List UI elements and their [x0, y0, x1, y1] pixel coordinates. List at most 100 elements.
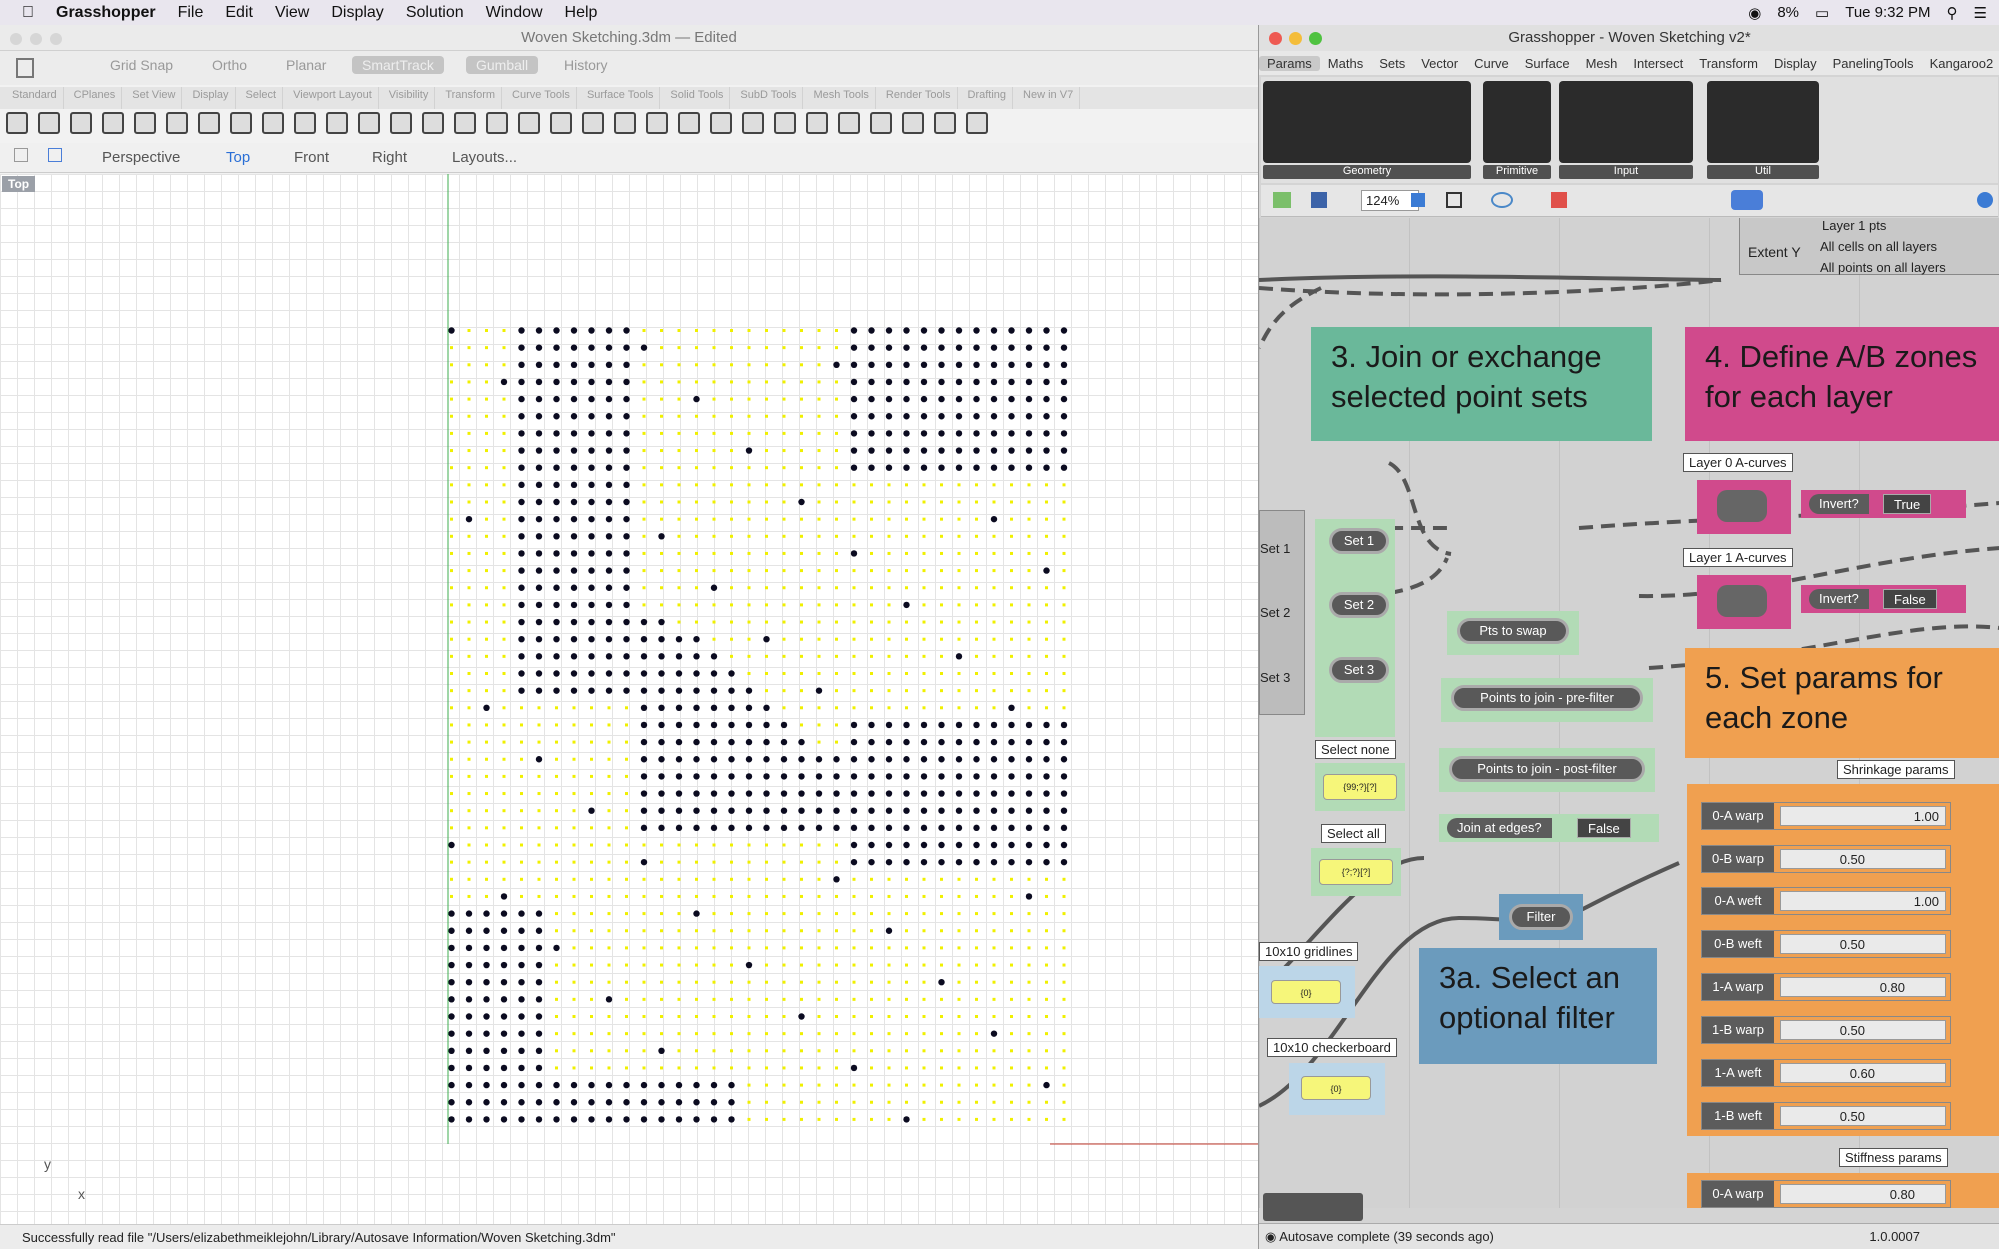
selected-point[interactable]: [518, 979, 525, 986]
selected-point[interactable]: [850, 344, 858, 351]
selected-point[interactable]: [903, 1116, 910, 1123]
selected-point[interactable]: [850, 378, 858, 386]
selected-point[interactable]: [605, 464, 613, 471]
selected-point[interactable]: [658, 618, 665, 626]
tab-standard[interactable]: Standard: [6, 87, 64, 109]
selected-point[interactable]: [553, 447, 560, 454]
selected-point[interactable]: [640, 344, 648, 351]
selected-point[interactable]: [623, 687, 630, 694]
selected-point[interactable]: [623, 395, 630, 403]
selected-point[interactable]: [903, 756, 910, 763]
selected-point[interactable]: [868, 756, 875, 763]
selected-point[interactable]: [675, 756, 683, 763]
selected-point[interactable]: [623, 327, 630, 334]
menu-edit[interactable]: Edit: [225, 4, 253, 22]
selected-point[interactable]: [658, 1047, 665, 1054]
selected-point[interactable]: [588, 636, 595, 643]
selected-point[interactable]: [990, 756, 998, 763]
selected-point[interactable]: [920, 361, 928, 368]
slider-0-a-weft[interactable]: 0-A weft 1.00: [1701, 887, 1951, 915]
selected-point[interactable]: [640, 721, 648, 729]
selected-point[interactable]: [885, 927, 893, 934]
selected-point[interactable]: [693, 704, 700, 711]
selected-point[interactable]: [1008, 395, 1015, 403]
selected-point[interactable]: [553, 687, 560, 694]
selected-point[interactable]: [465, 1081, 473, 1089]
selected-point[interactable]: [518, 961, 525, 969]
selected-point[interactable]: [728, 790, 735, 797]
selected-point[interactable]: [920, 721, 928, 729]
selected-point[interactable]: [518, 378, 525, 386]
selected-point[interactable]: [623, 636, 630, 643]
selected-point[interactable]: [885, 395, 893, 403]
selected-point[interactable]: [605, 327, 613, 334]
selected-point[interactable]: [623, 361, 630, 368]
selected-point[interactable]: [1043, 344, 1050, 351]
selected-point[interactable]: [745, 447, 753, 454]
selected-point[interactable]: [938, 413, 945, 420]
gh-tab-sets[interactable]: Sets: [1371, 56, 1413, 71]
selected-point[interactable]: [938, 824, 945, 832]
zoom-dropdown-icon[interactable]: [1411, 193, 1425, 207]
selected-point[interactable]: [833, 756, 840, 763]
selected-point[interactable]: [553, 430, 560, 437]
apple-icon[interactable]: : [22, 4, 34, 22]
selected-point[interactable]: [500, 927, 508, 934]
selected-point[interactable]: [1008, 327, 1015, 334]
selected-point[interactable]: [518, 550, 525, 557]
selected-point[interactable]: [483, 1099, 490, 1106]
selected-point[interactable]: [605, 584, 613, 591]
selected-point[interactable]: [570, 687, 578, 694]
selected-point[interactable]: [693, 790, 700, 797]
selected-point[interactable]: [710, 1116, 718, 1123]
selected-point[interactable]: [588, 361, 595, 368]
rotate-view-icon[interactable]: [326, 112, 348, 134]
tab-subd-tools[interactable]: SubD Tools: [734, 87, 804, 109]
selected-point[interactable]: [990, 721, 998, 729]
display-mode-icon[interactable]: [1731, 190, 1763, 210]
selected-point[interactable]: [955, 807, 963, 814]
selected-point[interactable]: [728, 704, 735, 711]
selected-point[interactable]: [535, 584, 543, 591]
selected-point[interactable]: [500, 893, 508, 900]
menu-help[interactable]: Help: [565, 4, 598, 22]
selected-point[interactable]: [605, 550, 613, 557]
mode-ortho[interactable]: Ortho: [212, 57, 247, 73]
selected-point[interactable]: [448, 961, 455, 969]
selected-point[interactable]: [1060, 858, 1068, 866]
selected-point[interactable]: [623, 618, 630, 626]
selected-point[interactable]: [990, 447, 998, 454]
undo-icon[interactable]: [262, 112, 284, 134]
primitive-group-icons[interactable]: [1483, 81, 1551, 163]
selected-point[interactable]: [448, 927, 455, 934]
selected-point[interactable]: [570, 1081, 578, 1089]
selected-point[interactable]: [955, 464, 963, 471]
selected-point[interactable]: [1025, 361, 1033, 368]
selected-point[interactable]: [675, 687, 683, 694]
selected-point[interactable]: [1060, 447, 1068, 454]
selected-point[interactable]: [868, 430, 875, 437]
selected-point[interactable]: [535, 1047, 543, 1054]
selected-point[interactable]: [570, 601, 578, 609]
selected-point[interactable]: [553, 395, 560, 403]
group-5-params[interactable]: 5. Set params for each zone: [1685, 648, 1999, 758]
selected-point[interactable]: [535, 1030, 543, 1037]
selected-point[interactable]: [465, 927, 473, 934]
selected-point[interactable]: [675, 824, 683, 832]
selected-point[interactable]: [955, 395, 963, 403]
selected-point[interactable]: [623, 515, 630, 523]
selected-point[interactable]: [693, 395, 700, 403]
selected-point[interactable]: [833, 876, 840, 883]
filter-param[interactable]: Filter: [1509, 904, 1573, 930]
selected-point[interactable]: [1008, 361, 1015, 368]
selected-point[interactable]: [955, 773, 963, 780]
slider-0-b-warp[interactable]: 0-B warp 0.50: [1701, 845, 1951, 873]
selected-point[interactable]: [868, 327, 875, 334]
selected-point[interactable]: [588, 550, 595, 557]
tab-new-in-v7[interactable]: New in V7: [1017, 87, 1081, 109]
selected-point[interactable]: [973, 361, 980, 368]
selected-point[interactable]: [1043, 447, 1050, 454]
selected-point[interactable]: [885, 721, 893, 729]
selected-point[interactable]: [605, 1081, 613, 1089]
selected-point[interactable]: [1043, 824, 1050, 832]
